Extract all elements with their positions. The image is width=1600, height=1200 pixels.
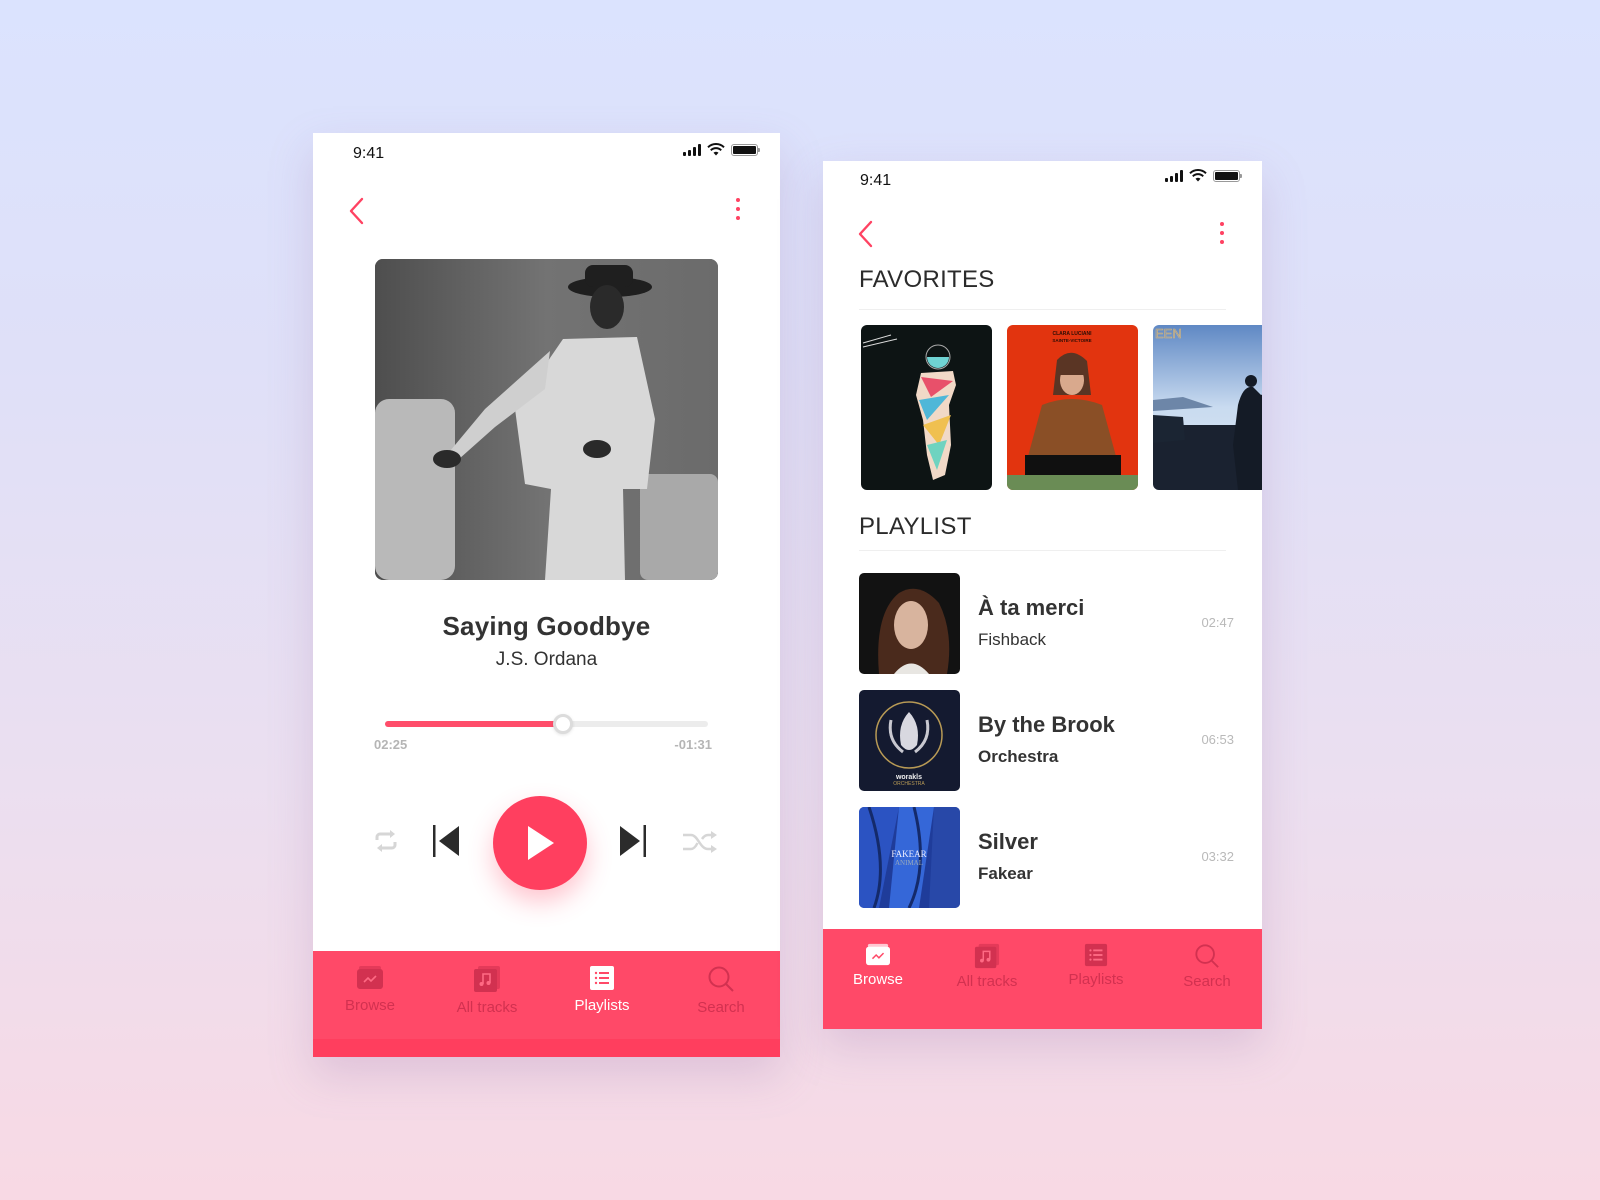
remaining-time: -01:31 (674, 737, 712, 752)
play-icon (528, 826, 554, 860)
tab-all-tracks[interactable]: All tracks (932, 929, 1042, 990)
album-cover (375, 259, 718, 580)
album-art: EEN (1153, 325, 1262, 490)
browse-icon (866, 943, 890, 966)
tab-bar: Browse All tracks Playlists Search (313, 951, 780, 1057)
svg-text:CLARA LUCIANI: CLARA LUCIANI (1053, 331, 1093, 337)
tab-browse[interactable]: Browse (315, 951, 425, 1014)
wifi-icon (707, 143, 725, 156)
svg-text:worakls: worakls (895, 774, 922, 781)
track-thumbnail: FAKEAR ANIMAL (859, 807, 960, 908)
track-duration: 06:53 (1201, 732, 1234, 747)
status-time: 9:41 (860, 172, 892, 189)
tab-bar: Browse All tracks Playlists Search (823, 929, 1262, 1029)
previous-button[interactable] (430, 823, 462, 859)
tab-browse[interactable]: Browse (823, 929, 933, 988)
track-duration: 02:47 (1201, 615, 1234, 630)
track-title: By the Brook (978, 712, 1115, 737)
svg-text:ANIMAL: ANIMAL (895, 859, 923, 867)
track-artist: Fakear (978, 864, 1033, 883)
wifi-icon (1189, 169, 1207, 182)
album-art (861, 325, 992, 490)
tab-all-tracks[interactable]: All tracks (432, 951, 542, 1016)
track-thumbnail (859, 573, 960, 674)
more-options-button[interactable] (1220, 222, 1224, 244)
tab-playlists[interactable]: Playlists (1041, 929, 1151, 988)
cellular-signal-icon (1165, 169, 1183, 182)
track-artist: Fishback (978, 630, 1047, 649)
svg-text:EEN: EEN (1155, 326, 1182, 341)
battery-icon (731, 143, 760, 156)
more-options-button[interactable] (736, 198, 740, 220)
dot-icon (1220, 222, 1224, 226)
music-note-icon (474, 966, 500, 992)
chevron-left-icon (858, 220, 873, 248)
elapsed-time: 02:25 (374, 737, 408, 752)
svg-text:ORCHESTRA: ORCHESTRA (893, 781, 925, 787)
back-button[interactable] (856, 220, 876, 253)
skip-previous-icon (433, 825, 459, 857)
dot-icon (736, 198, 740, 202)
playlist-item[interactable]: worakls ORCHESTRA By the Brook Orchestra… (859, 690, 1239, 791)
back-button[interactable] (347, 197, 367, 230)
svg-text:SAINTE-VICTOIRE: SAINTE-VICTOIRE (1052, 338, 1091, 343)
playlist-item[interactable]: À ta merci Fishback 02:47 (859, 573, 1239, 674)
cellular-signal-icon (683, 143, 701, 156)
artist-photo (375, 259, 718, 580)
chevron-left-icon (349, 197, 364, 225)
track-duration: 03:32 (1201, 849, 1234, 864)
favorite-album-2[interactable]: CLARA LUCIANI SAINTE-VICTOIRE (1007, 325, 1138, 490)
favorite-album-1[interactable] (861, 325, 992, 490)
status-bar: 9:41 (313, 133, 780, 173)
repeat-button[interactable] (371, 823, 401, 859)
status-bar: 9:41 (823, 161, 1262, 201)
playlist-item[interactable]: FAKEAR ANIMAL Silver Fakear 03:32 (859, 807, 1239, 908)
svg-text:FAKEAR: FAKEAR (891, 849, 926, 859)
list-icon (590, 966, 614, 990)
track-artist: Orchestra (978, 747, 1059, 766)
battery-icon (1213, 169, 1242, 182)
browse-icon (357, 966, 383, 989)
album-art: CLARA LUCIANI SAINTE-VICTOIRE (1007, 325, 1138, 490)
now-playing-screen: 9:41 Saying Goodbye J.S. Ordana 02:25 -0… (313, 133, 780, 1057)
track-title: Silver (978, 829, 1038, 854)
status-time: 9:41 (353, 145, 385, 162)
progress-fill (385, 721, 563, 727)
shuffle-button[interactable] (681, 823, 719, 859)
progress-slider[interactable] (385, 714, 708, 734)
divider (859, 550, 1226, 551)
play-button[interactable] (493, 796, 587, 890)
track-artist: J.S. Ordana (495, 649, 598, 670)
tab-playlists[interactable]: Playlists (547, 951, 657, 1014)
search-icon (708, 966, 734, 992)
library-screen: 9:41 FAVORITES CLARA LUCIANI SAINTE-VICT… (823, 161, 1262, 1029)
search-icon (1195, 944, 1219, 968)
list-icon (1084, 943, 1108, 967)
shuffle-icon (683, 831, 717, 853)
track-thumbnail: worakls ORCHESTRA (859, 690, 960, 791)
favorite-album-3[interactable]: EEN (1153, 325, 1262, 490)
track-title: À ta merci (978, 595, 1085, 620)
track-title: Saying Goodbye (442, 611, 651, 641)
skip-next-icon (620, 825, 646, 857)
progress-knob[interactable] (552, 714, 573, 734)
divider (859, 309, 1226, 310)
tab-search[interactable]: Search (666, 951, 776, 1016)
repeat-icon (375, 830, 397, 852)
favorites-heading: FAVORITES (859, 266, 995, 293)
next-button[interactable] (617, 823, 649, 859)
playlist-heading: PLAYLIST (859, 513, 972, 540)
tab-search[interactable]: Search (1152, 929, 1262, 990)
music-note-icon (974, 943, 1000, 969)
